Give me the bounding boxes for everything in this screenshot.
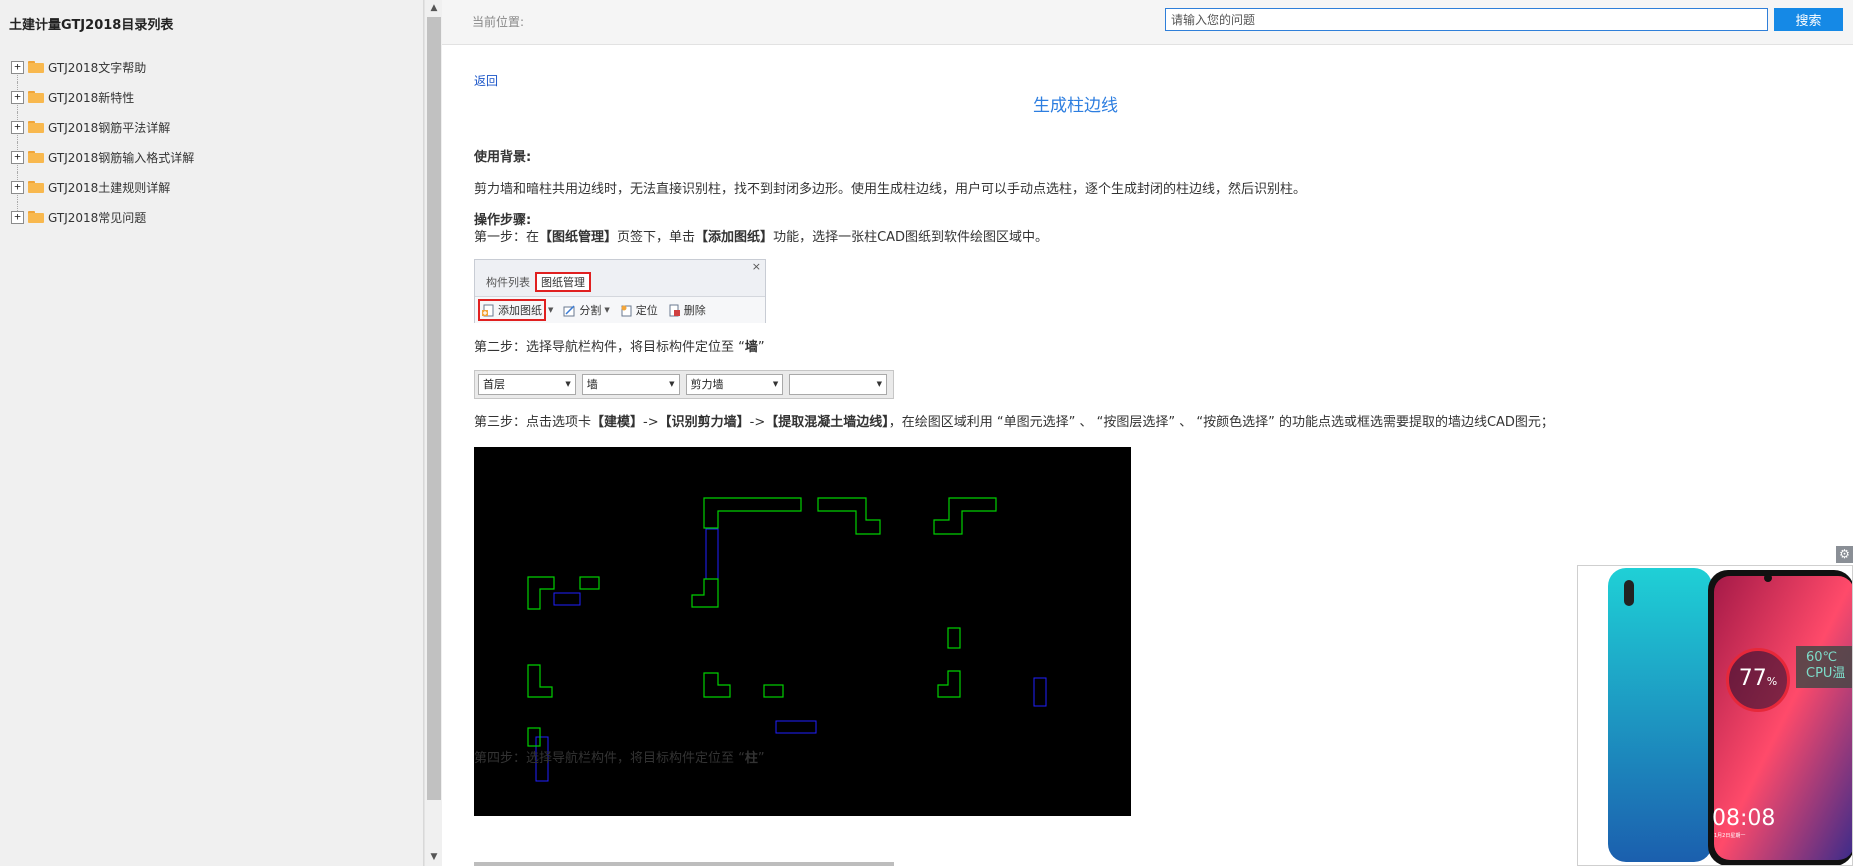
scroll-up-arrow-icon[interactable]: ▲ (425, 0, 443, 17)
tree-item-label[interactable]: GTJ2018文字帮助 (48, 59, 146, 76)
caret-down-icon: ▼ (669, 380, 675, 388)
caret-down-icon: ▼ (604, 306, 610, 314)
tree-item-rebar-rules[interactable]: + GTJ2018钢筋平法详解 (10, 112, 410, 142)
step-3-text: 第三步：点击选项卡【建模】->【识别剪力墙】->【提取混凝土墙边线】，在绘图区域… (474, 415, 1554, 430)
expand-icon[interactable]: + (11, 120, 24, 134)
expand-icon[interactable]: + (11, 60, 24, 74)
step-1-text: 第一步：在【图纸管理】页签下，单击【添加图纸】功能，选择一张柱CAD图纸到软件绘… (474, 230, 1049, 245)
tree-item-label[interactable]: GTJ2018常见问题 (48, 209, 146, 226)
caret-down-icon: ▼ (876, 380, 882, 388)
tool-locate: 定位 (620, 302, 658, 318)
folder-icon (28, 211, 44, 223)
folder-icon (28, 61, 44, 73)
delete-icon (668, 304, 681, 317)
search-input[interactable] (1165, 8, 1768, 31)
expand-icon[interactable]: + (11, 180, 24, 194)
background-heading: 使用背景: (474, 150, 532, 165)
caret-down-icon: ▼ (772, 380, 779, 388)
folder-icon (28, 121, 44, 133)
empty-combo: ▼ (789, 374, 887, 395)
sidebar-title: 土建计量GTJ2018目录列表 (9, 18, 174, 33)
folder-icon (28, 151, 44, 163)
breadcrumb: 当前位置: (472, 15, 525, 29)
expand-icon[interactable]: + (11, 210, 24, 224)
phone-time: 08:08 (1712, 806, 1776, 831)
tree-item-faq[interactable]: + GTJ2018常见问题 (10, 202, 410, 232)
tab-drawing-management: 图纸管理 (535, 272, 591, 292)
tree-item-civil-rules[interactable]: + GTJ2018土建规则详解 (10, 172, 410, 202)
step-4-text: 第四步：选择导航栏构件，将目标构件定位至 “柱” (474, 751, 765, 766)
caret-down-icon: ▼ (548, 306, 554, 314)
type-combo: 墙 ▼ (581, 374, 680, 395)
cpu-temp-badge: 60℃ CPU温 (1796, 646, 1852, 688)
folder-icon (28, 91, 44, 103)
expand-icon[interactable]: + (11, 90, 24, 104)
cpu-usage-gauge: 77% (1726, 648, 1790, 712)
expand-icon[interactable]: + (11, 150, 24, 164)
phone-date: 1月2日星期一 (1714, 833, 1746, 839)
panel-toolbar: 添加图纸 ▼ 分割 ▼ 定位 删除 (475, 296, 765, 323)
ad-settings-icon[interactable]: ⚙ (1836, 546, 1853, 563)
panel-tabs: 构件列表 图纸管理 (481, 272, 591, 292)
background-text: 剪力墙和暗柱共用边线时，无法直接识别柱，找不到封闭多边形。使用生成柱边线，用户可… (474, 182, 1307, 197)
locate-icon (620, 304, 633, 317)
caret-down-icon: ▼ (565, 380, 571, 388)
close-icon: × (751, 260, 761, 273)
page-title: 生成柱边线 (1033, 96, 1118, 116)
tool-split: 分割 ▼ (563, 302, 610, 318)
tab-component-list: 构件列表 (486, 276, 530, 289)
split-icon (563, 304, 576, 317)
directory-tree: + GTJ2018文字帮助 + GTJ2018新特性 + GTJ2018钢筋平法… (10, 52, 410, 232)
drawing-management-toolbar-image: × 构件列表 图纸管理 添加图纸 ▼ 分割 ▼ 定位 删除 (474, 259, 766, 323)
app: 土建计量GTJ2018目录列表 + GTJ2018文字帮助 + GTJ2018新… (0, 0, 1853, 866)
tree-item-label[interactable]: GTJ2018土建规则详解 (48, 179, 170, 196)
next-figure-image (474, 862, 894, 866)
folder-icon (28, 181, 44, 193)
component-combo: 剪力墙 ▼ (685, 374, 784, 395)
tree-item-text-help[interactable]: + GTJ2018文字帮助 (10, 52, 410, 82)
add-drawing-icon (482, 304, 495, 317)
tool-delete: 删除 (668, 302, 706, 318)
tree-item-rebar-input-format[interactable]: + GTJ2018钢筋输入格式详解 (10, 142, 410, 172)
back-link[interactable]: 返回 (474, 72, 498, 89)
tree-item-label[interactable]: GTJ2018新特性 (48, 89, 134, 106)
scroll-thumb[interactable] (427, 17, 441, 800)
navigation-combos-image: 首层 ▼ 墙 ▼ 剪力墙 ▼ ▼ (474, 370, 894, 399)
floor-combo: 首层 ▼ (478, 374, 576, 395)
tree-item-label[interactable]: GTJ2018钢筋平法详解 (48, 119, 170, 136)
tree-item-new-features[interactable]: + GTJ2018新特性 (10, 82, 410, 112)
search-button[interactable]: 搜索 (1774, 8, 1843, 31)
tool-add-drawing: 添加图纸 (478, 299, 546, 321)
tree-item-label[interactable]: GTJ2018钢筋输入格式详解 (48, 149, 194, 166)
sidebar: 土建计量GTJ2018目录列表 + GTJ2018文字帮助 + GTJ2018新… (0, 0, 424, 866)
top-bar: 当前位置: 搜索 (442, 0, 1853, 45)
scroll-down-arrow-icon[interactable]: ▼ (425, 849, 443, 866)
sidebar-scrollbar[interactable]: ▲ ▼ (424, 0, 442, 866)
phone-advertisement[interactable]: 77% 60℃ CPU温 08:08 1月2日星期一 (1577, 565, 1853, 866)
step-2-text: 第二步：选择导航栏构件，将目标构件定位至 “墙” (474, 340, 765, 355)
